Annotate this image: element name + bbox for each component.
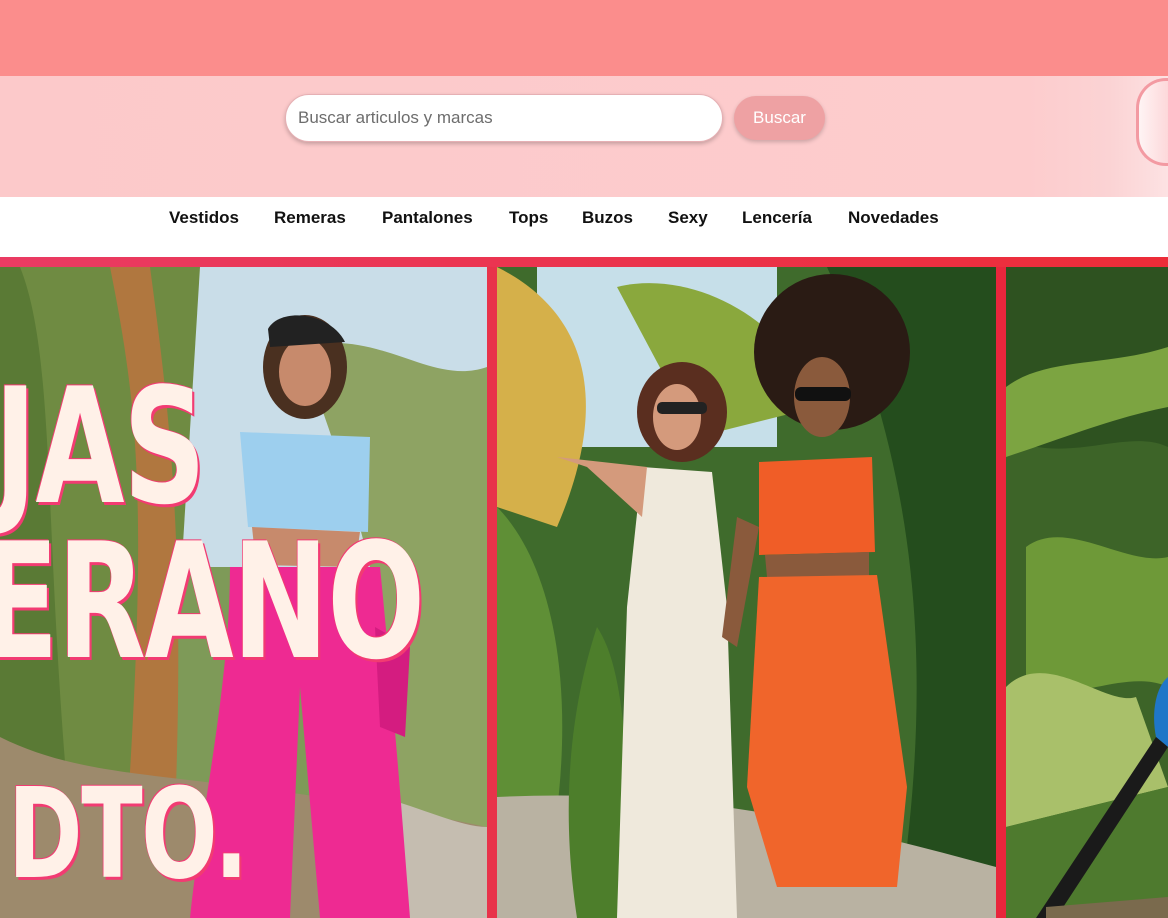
nav-item-novedades[interactable]: Novedades	[848, 208, 939, 228]
banner-photo-3	[1006, 267, 1168, 918]
search-button[interactable]: Buscar	[734, 96, 825, 140]
promo-line-3: E DTO.	[0, 762, 248, 907]
promo-line-1: JAS	[0, 353, 206, 540]
nav-item-pantalones[interactable]: Pantalones	[382, 208, 473, 228]
hero-banner-sale[interactable]: JAS ERANO E DTO.	[0, 267, 487, 918]
perfume-bottle-image	[1136, 78, 1168, 166]
promo-line-2: ERANO	[0, 508, 425, 695]
hero-banner-tropical[interactable]	[1006, 267, 1168, 918]
nav-item-tops[interactable]: Tops	[509, 208, 548, 228]
nav-item-vestidos[interactable]: Vestidos	[169, 208, 239, 228]
nav-item-sexy[interactable]: Sexy	[668, 208, 708, 228]
panel-divider	[487, 267, 497, 918]
banner-photo-2	[497, 267, 996, 918]
top-promo-bar	[0, 0, 1168, 76]
hero-banner-models[interactable]	[497, 267, 996, 918]
panel-divider	[996, 267, 1006, 918]
nav-item-buzos[interactable]: Buzos	[582, 208, 633, 228]
hero-top-border	[0, 257, 1168, 267]
nav-item-remeras[interactable]: Remeras	[274, 208, 346, 228]
nav-item-lenceria[interactable]: Lencería	[742, 208, 812, 228]
search-input[interactable]	[285, 94, 723, 142]
